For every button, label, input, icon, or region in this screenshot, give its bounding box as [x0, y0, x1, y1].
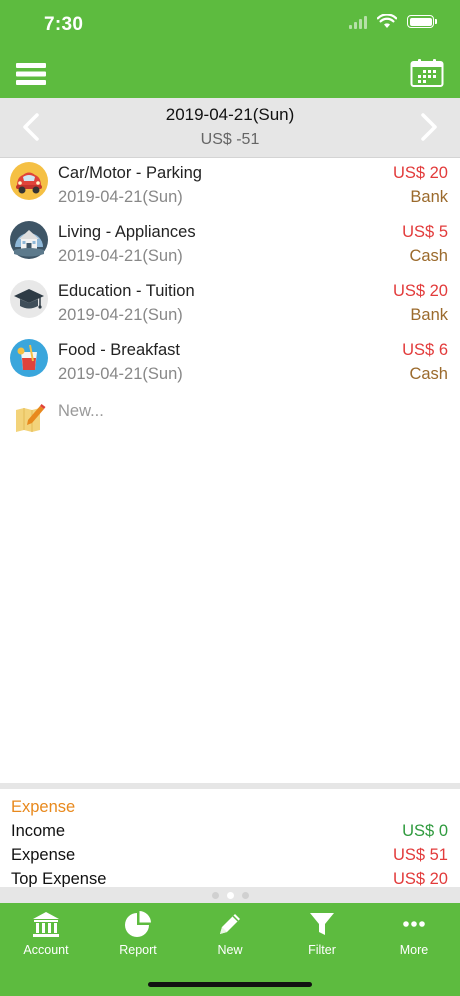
expense-label: Expense [11, 846, 76, 864]
pie-chart-icon [125, 911, 151, 937]
transaction-amount: US$ 20 [392, 282, 448, 300]
summary-title: Expense [11, 798, 76, 816]
income-label: Income [11, 822, 66, 840]
transaction-account: Bank [410, 306, 448, 324]
wifi-icon [377, 14, 397, 28]
day-total: US$ -51 [200, 131, 260, 148]
tab-label: New [217, 943, 243, 957]
car-icon [10, 162, 48, 200]
transaction-date: 2019-04-21(Sun) [58, 365, 183, 383]
transaction-account: Bank [410, 188, 448, 206]
tab-label: More [399, 943, 429, 957]
transaction-row[interactable]: Education - Tuition 2019-04-21(Sun) US$ … [0, 276, 460, 335]
tab-label: Account [23, 943, 69, 957]
transaction-amount: US$ 5 [402, 223, 448, 241]
drink-icon [10, 339, 48, 377]
tab-bar: Account Report New Filter More [0, 903, 460, 996]
transaction-row[interactable]: Food - Breakfast 2019-04-21(Sun) US$ 6 C… [0, 335, 460, 394]
transaction-date: 2019-04-21(Sun) [58, 188, 183, 206]
status-time: 7:30 [44, 14, 84, 35]
new-entry-label: New... [58, 402, 104, 420]
page-dot-active [226, 891, 234, 899]
transaction-date: 2019-04-21(Sun) [58, 247, 183, 265]
bank-icon [33, 912, 59, 937]
expense-value: US$ 51 [392, 846, 448, 864]
tab-more[interactable]: More [368, 909, 460, 965]
date-navigator: 2019-04-21(Sun) US$ -51 [0, 98, 460, 158]
transaction-category: Food - Breakfast [58, 341, 180, 359]
status-icons [349, 14, 437, 29]
transaction-row[interactable]: Living - Appliances 2019-04-21(Sun) US$ … [0, 217, 460, 276]
new-entry-row[interactable]: New... [0, 394, 460, 444]
home-indicator[interactable] [148, 982, 312, 987]
signal-icon [349, 15, 367, 29]
transaction-list: Car/Motor - Parking 2019-04-21(Sun) US$ … [0, 158, 460, 444]
house-icon [10, 221, 48, 259]
transaction-date: 2019-04-21(Sun) [58, 306, 183, 324]
summary-panel: Expense Income US$ 0 Expense US$ 51 Top … [0, 783, 460, 888]
next-day-icon[interactable] [416, 112, 442, 142]
page-indicator[interactable] [0, 887, 460, 903]
transaction-category: Car/Motor - Parking [58, 164, 202, 182]
tab-label: Report [119, 943, 157, 957]
tab-report[interactable]: Report [92, 909, 184, 965]
expense-summary: Expense US$ 51 [11, 846, 448, 868]
income-value: US$ 0 [402, 822, 448, 840]
tab-account[interactable]: Account [0, 909, 92, 965]
app-header [0, 52, 460, 98]
current-date: 2019-04-21(Sun) [165, 105, 295, 124]
income-summary: Income US$ 0 [11, 822, 448, 844]
calendar-icon[interactable] [410, 58, 444, 88]
transaction-category: Living - Appliances [58, 223, 196, 241]
tab-label: Filter [308, 943, 336, 957]
transaction-category: Education - Tuition [58, 282, 195, 300]
graduation-cap-icon [10, 280, 48, 318]
page-dot [241, 891, 249, 899]
page-dot [211, 891, 219, 899]
new-entry-icon [16, 404, 46, 432]
transaction-amount: US$ 20 [392, 164, 448, 182]
transaction-amount: US$ 6 [402, 341, 448, 359]
tab-new[interactable]: New [184, 909, 276, 965]
tab-filter[interactable]: Filter [276, 909, 368, 965]
battery-icon [407, 15, 437, 28]
status-bar: 7:30 [0, 0, 460, 50]
transaction-row[interactable]: Car/Motor - Parking 2019-04-21(Sun) US$ … [0, 158, 460, 217]
more-icon [403, 921, 425, 927]
transaction-account: Cash [409, 365, 448, 383]
pencil-icon [220, 914, 240, 934]
menu-icon[interactable] [14, 60, 48, 88]
transaction-account: Cash [409, 247, 448, 265]
filter-icon [310, 913, 334, 935]
